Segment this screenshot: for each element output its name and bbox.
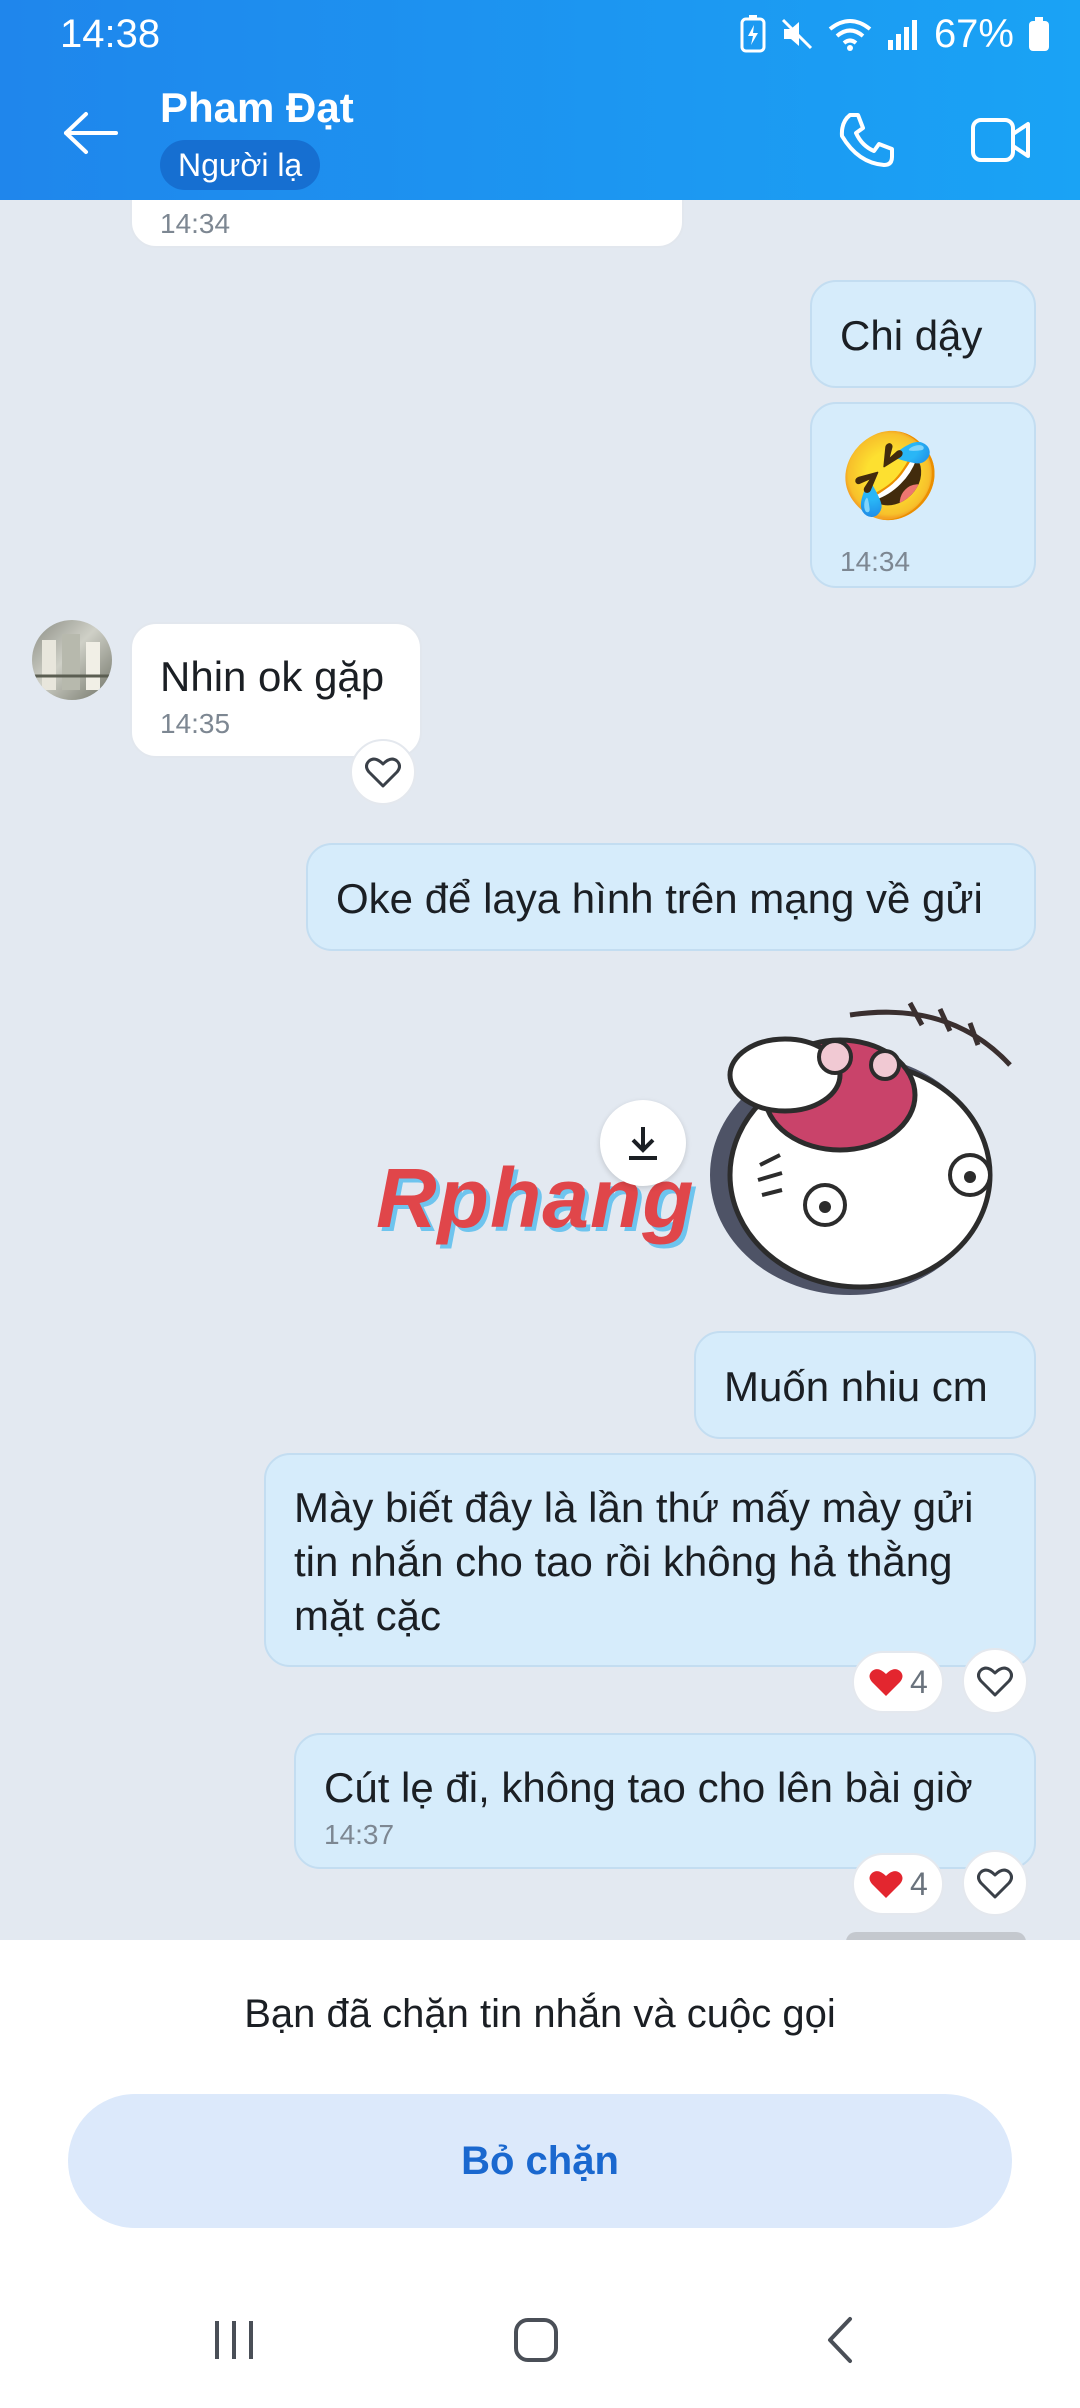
message-time: 14:37 bbox=[324, 1819, 395, 1850]
back-nav-icon bbox=[828, 2317, 852, 2363]
outgoing-message[interactable]: Chi dậy bbox=[810, 280, 1036, 388]
message-time: 14:34 bbox=[160, 208, 231, 239]
phone-icon[interactable] bbox=[836, 110, 896, 170]
battery-percent: 67% bbox=[933, 11, 1014, 56]
battery-icon bbox=[1029, 17, 1049, 51]
recents-button[interactable] bbox=[184, 2300, 284, 2380]
home-button[interactable] bbox=[486, 2300, 586, 2380]
heart-icon bbox=[869, 1669, 903, 1696]
message-time: 14:34 bbox=[840, 546, 911, 577]
rofl-emoji: 🤣 bbox=[838, 429, 943, 523]
heart-icon bbox=[977, 1868, 1013, 1899]
heart-icon bbox=[365, 757, 401, 788]
message-text: Cút lẹ đi, không tao cho lên bài giờ bbox=[324, 1764, 973, 1811]
video-call-icon[interactable] bbox=[970, 112, 1032, 168]
cat-sticker[interactable] bbox=[700, 995, 1020, 1305]
react-button[interactable] bbox=[350, 739, 416, 805]
next-message-edge bbox=[846, 1932, 1026, 1940]
system-nav-bar bbox=[0, 2270, 1080, 2408]
blocked-panel: Bạn đã chặn tin nhắn và cuộc gọi Bỏ chặn bbox=[0, 1940, 1080, 2408]
outgoing-message[interactable]: Oke để laya hình trên mạng về gửi bbox=[306, 843, 1036, 951]
back-nav-button[interactable] bbox=[790, 2300, 890, 2380]
outgoing-message[interactable]: Cút lẹ đi, không tao cho lên bài giờ 14:… bbox=[294, 1733, 1036, 1869]
top-bar: 14:38 67% Pham Đạt Người lạ bbox=[0, 0, 1080, 200]
message-time: 14:35 bbox=[160, 708, 231, 739]
download-button[interactable] bbox=[600, 1100, 686, 1186]
message-text: Chi dậy bbox=[840, 312, 983, 359]
contact-name[interactable]: Pham Đạt bbox=[160, 84, 354, 132]
incoming-message[interactable]: 14:34 bbox=[130, 200, 684, 248]
heart-icon bbox=[977, 1666, 1013, 1697]
reaction-summary[interactable]: 4 bbox=[852, 1651, 944, 1713]
battery-saver-icon bbox=[740, 15, 766, 53]
signal-icon bbox=[887, 20, 917, 50]
heart-icon bbox=[869, 1871, 903, 1898]
message-text: Mày biết đây là lần thứ mấy mày gửi tin … bbox=[294, 1484, 974, 1639]
stranger-badge: Người lạ bbox=[160, 140, 321, 190]
status-time: 14:38 bbox=[60, 12, 161, 56]
unblock-button[interactable]: Bỏ chặn bbox=[68, 2094, 1012, 2228]
reaction-count: 4 bbox=[910, 1865, 928, 1902]
download-icon bbox=[629, 1127, 657, 1160]
status-icons: 67% bbox=[740, 12, 1050, 56]
message-text: Oke để laya hình trên mạng về gửi bbox=[336, 875, 983, 922]
contact-avatar[interactable] bbox=[32, 620, 112, 700]
outgoing-message[interactable]: 🤣 14:34 bbox=[810, 402, 1036, 588]
recents-icon bbox=[215, 2321, 253, 2359]
react-button[interactable] bbox=[962, 1850, 1028, 1916]
wifi-icon bbox=[828, 19, 872, 51]
outgoing-message[interactable]: Muốn nhiu cm bbox=[694, 1331, 1036, 1439]
message-text: Nhin ok gặp bbox=[160, 653, 385, 700]
home-icon bbox=[514, 2318, 558, 2362]
message-text: Muốn nhiu cm bbox=[724, 1363, 988, 1410]
reaction-count: 4 bbox=[910, 1663, 928, 1700]
mute-icon bbox=[781, 18, 812, 50]
status-bar: 14:38 67% bbox=[0, 0, 1080, 66]
message-list[interactable]: 14:34 Chi dậy 🤣 14:34 Nhin ok gặp 14:35 … bbox=[0, 200, 1080, 1940]
outgoing-message[interactable]: Mày biết đây là lần thứ mấy mày gửi tin … bbox=[264, 1453, 1036, 1667]
blocked-notice: Bạn đã chặn tin nhắn và cuộc gọi bbox=[244, 1992, 836, 2036]
incoming-message[interactable]: Nhin ok gặp 14:35 bbox=[130, 622, 422, 758]
reaction-summary[interactable]: 4 bbox=[852, 1853, 944, 1915]
react-button[interactable] bbox=[962, 1648, 1028, 1714]
back-arrow-icon[interactable] bbox=[60, 108, 120, 158]
